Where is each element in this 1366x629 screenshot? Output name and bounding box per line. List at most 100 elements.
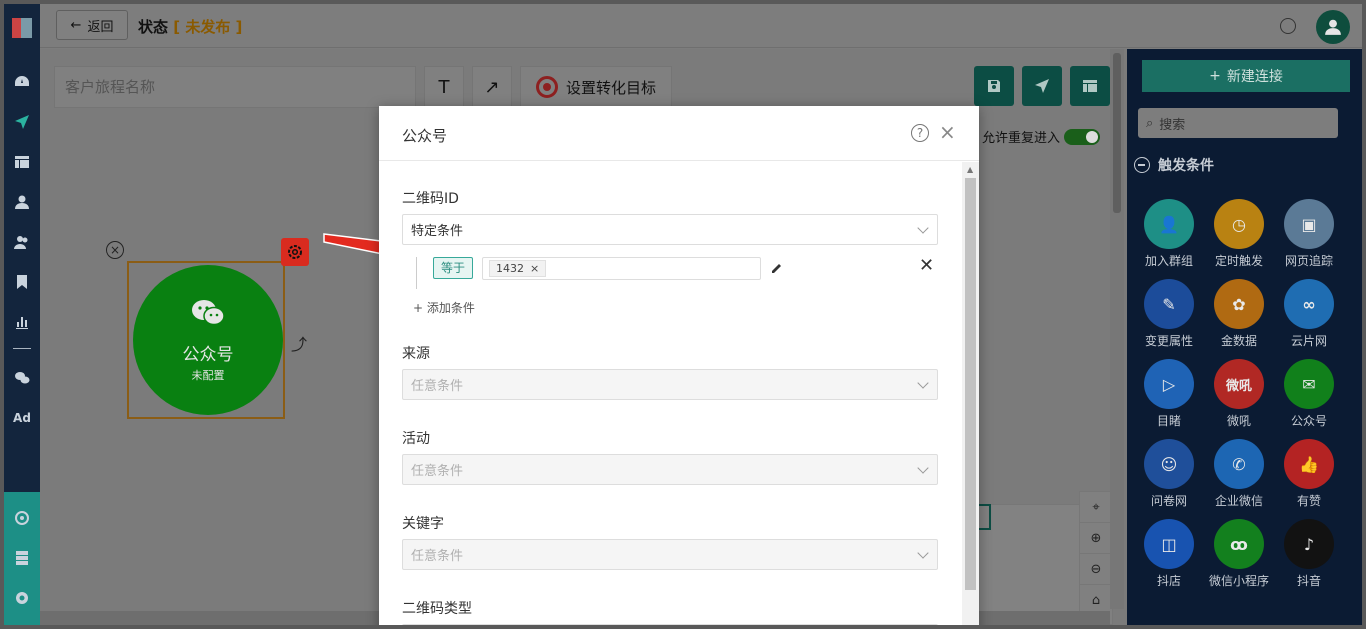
wecom-icon: ✆ [1214,439,1264,489]
remove-tag-icon[interactable]: × [530,262,539,275]
allow-reentry-toggle[interactable] [1064,128,1101,145]
bar-chart-icon[interactable] [4,310,40,334]
wechat-node[interactable]: 公众号 未配置 [133,265,283,415]
node-title: 公众号 [182,344,234,365]
users-icon[interactable] [4,230,40,254]
activity-value: 任意条件 [411,464,464,479]
set-goal-button[interactable]: 设置转化目标 [520,66,672,108]
node-config-dialog: 公众号 ? × 二维码ID 特定条件 等于 1432 × ✕ + 添加条件 来源 [379,106,979,625]
user-plus-icon: 👤 [1144,199,1194,249]
trigger-item[interactable]: ✆ 企业微信 [1204,439,1274,509]
zoom-out-icon[interactable]: ⊖ [1080,554,1112,585]
dialog-header: 公众号 ? × [379,106,979,161]
doudian-icon: ◫ [1144,519,1194,569]
yunpian-icon: ∞ [1284,279,1334,329]
trigger-item[interactable]: ∞ 云片网 [1274,279,1344,349]
plus-icon: + [1209,68,1221,84]
trigger-item[interactable]: ♪ 抖音 [1274,519,1344,589]
send-icon[interactable] [4,110,40,134]
field-label-keyword: 关键字 [402,516,444,532]
trigger-label: 金数据 [1220,334,1257,348]
dashboard-icon[interactable] [4,70,40,94]
trigger-item[interactable]: ✎ 变更属性 [1134,279,1204,349]
user-icon[interactable] [4,190,40,214]
trigger-item[interactable]: ▣ 网页追踪 [1274,199,1344,269]
dialog-title: 公众号 [402,127,448,145]
allow-reentry: 允许重复进入 [982,127,1101,146]
weihou-icon: 微吼 [1214,359,1264,409]
play-icon: ▷ [1144,359,1194,409]
trigger-section-header[interactable]: 触发条件 [1127,148,1362,182]
trigger-item[interactable]: 👤 加入群组 [1134,199,1204,269]
edit-icon[interactable] [770,261,784,275]
collapse-icon [1134,157,1150,173]
status-badge: [ 未发布 ] [173,18,243,36]
douyin-icon: ♪ [1284,519,1334,569]
trigger-search-input[interactable]: ⌕ 搜索 [1138,108,1338,138]
journey-node[interactable]: 公众号 未配置 [127,261,285,419]
top-bar: ← 返回 状态 [ 未发布 ] [40,4,1362,48]
ad-icon[interactable]: Ad [4,406,40,430]
trigger-item[interactable]: ◷ 定时触发 [1204,199,1274,269]
locate-icon[interactable]: ⌖ [1080,492,1112,523]
new-link-label: 新建连接 [1226,69,1283,85]
save-button[interactable] [974,66,1014,106]
zoom-in-icon[interactable]: ⊕ [1080,523,1112,554]
node-settings-icon[interactable] [281,238,309,266]
bookmark-icon[interactable] [4,270,40,294]
minimap[interactable] [975,504,1093,622]
connect-link-icon[interactable]: ⤴ [291,331,307,355]
node-subtitle: 未配置 [191,368,225,382]
help-icon[interactable]: ? [911,124,929,142]
arrow-tool-button[interactable]: ↗ [472,66,512,108]
field-label-activity: 活动 [402,431,430,447]
chevron-down-icon [917,377,929,389]
app-window: Ad ← 返回 状态 [ 未发布 ] 客户旅程名称 T ↗ 设置转化目标 允许重… [4,4,1362,625]
trigger-item[interactable]: ▷ 目睹 [1134,359,1204,429]
settings-icon[interactable] [4,586,40,610]
trigger-item[interactable]: ✉ 公众号 [1274,359,1344,429]
canvas-vertical-scrollbar[interactable] [1110,49,1124,609]
status-label: 状态 [138,18,169,36]
field-label-qrcode-type: 二维码类型 [402,601,472,617]
template-button[interactable] [1070,66,1110,106]
dialog-scrollbar[interactable]: ▲ [962,162,979,625]
set-goal-label: 设置转化目标 [565,78,656,97]
message-icon[interactable] [1280,18,1296,34]
trigger-item[interactable]: 👍 有赞 [1274,439,1344,509]
trigger-label: 微吼 [1226,414,1251,428]
node-delete-icon[interactable]: × [106,241,124,259]
wechat-nav-icon[interactable] [4,366,40,390]
add-condition-button[interactable]: + 添加条件 [413,299,475,316]
journey-status: 状态 [ 未发布 ] [138,16,242,37]
close-icon[interactable]: × [939,122,956,142]
trigger-label: 变更属性 [1144,334,1193,348]
back-button[interactable]: ← 返回 [56,10,128,40]
right-panel: + 新建连接 ⌕ 搜索 触发条件 👤 加入群组 ◷ 定时触发 ▣ 网页追踪 ✎ 变更属性 ✿ 金数… [1127,49,1362,625]
team-icon[interactable] [4,506,40,530]
server-icon[interactable] [4,546,40,570]
chevron-down-icon [917,222,929,234]
qrcode-id-select[interactable]: 特定条件 [402,214,938,245]
condition-connector [416,257,417,289]
layout-icon[interactable] [4,150,40,174]
miniprogram-icon: ꝏ [1214,519,1264,569]
source-value: 任意条件 [411,379,464,394]
new-link-button[interactable]: + 新建连接 [1142,60,1350,92]
target-icon [535,76,558,98]
trigger-item[interactable]: ☺ 问卷网 [1134,439,1204,509]
edit-icon: ✎ [1144,279,1194,329]
chevron-down-icon [917,462,929,474]
avatar[interactable] [1316,10,1350,44]
text-tool-button[interactable]: T [424,66,464,108]
condition-value-input[interactable]: 1432 × [482,257,761,280]
jinshuju-icon: ✿ [1214,279,1264,329]
journey-name-input[interactable]: 客户旅程名称 [54,66,416,108]
trigger-item[interactable]: ◫ 抖店 [1134,519,1204,589]
operator-tag[interactable]: 等于 [433,257,474,279]
trigger-item[interactable]: 微吼 微吼 [1204,359,1274,429]
remove-condition-icon[interactable]: ✕ [919,255,934,276]
trigger-item[interactable]: ꝏ 微信小程序 [1204,519,1274,589]
publish-button[interactable] [1022,66,1062,106]
trigger-item[interactable]: ✿ 金数据 [1204,279,1274,349]
